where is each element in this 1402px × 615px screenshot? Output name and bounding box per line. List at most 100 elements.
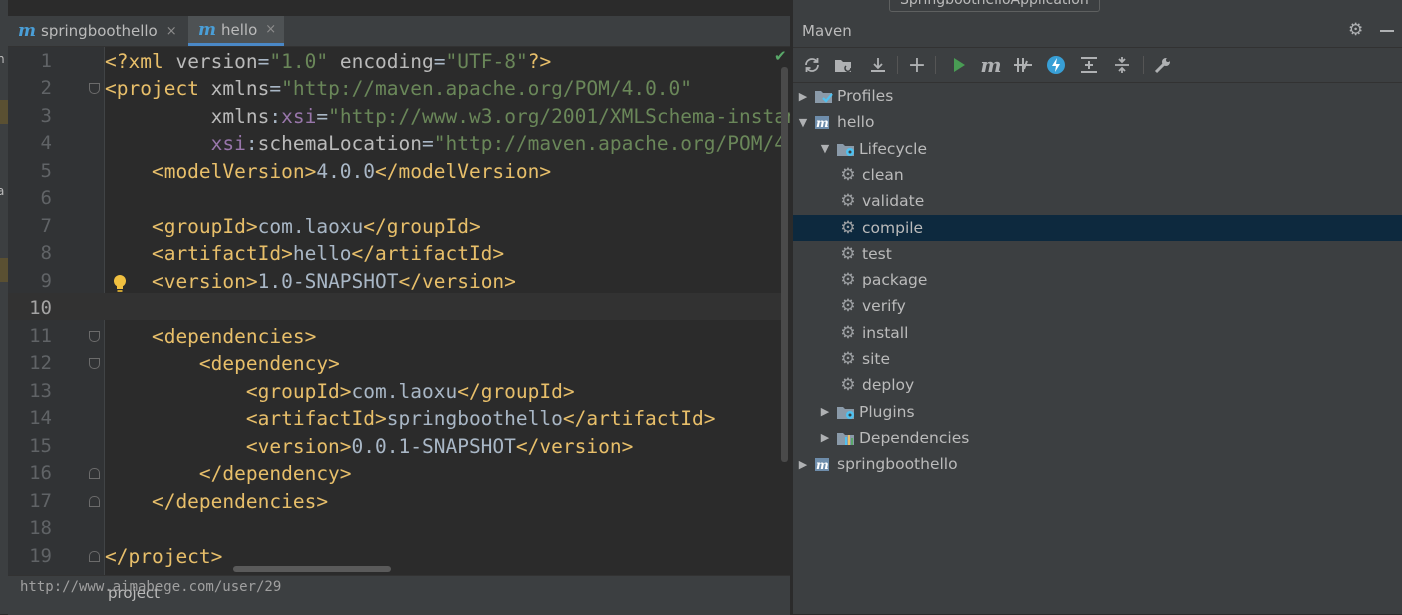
close-icon[interactable]: × (166, 24, 177, 39)
code-line[interactable]: <modelVersion>4.0.0</modelVersion> (105, 158, 551, 185)
collapsed-arrow-icon[interactable]: ▶ (818, 405, 832, 418)
code-token: </project> (105, 544, 223, 568)
code-token: <version> (105, 434, 352, 458)
tree-node-package[interactable]: ⚙ package (793, 267, 1402, 293)
settings-wrench-icon[interactable] (1152, 55, 1174, 75)
maven-module-icon: m (814, 455, 834, 473)
expanded-arrow-icon[interactable]: ▼ (818, 142, 832, 155)
checkmark-icon: ✔ (774, 47, 787, 65)
maven-module-icon: m (814, 113, 834, 131)
tree-node-label: Lifecycle (859, 139, 927, 158)
tree-node-profiles[interactable]: ▶ Profiles (793, 83, 1402, 109)
tree-node-clean[interactable]: ⚙ clean (793, 162, 1402, 188)
code-token: = (422, 132, 434, 155)
collapsed-arrow-icon[interactable]: ▶ (796, 458, 810, 471)
code-token: "UTF-8" (445, 49, 528, 73)
code-token: </groupId> (457, 379, 575, 403)
tree-node-compile[interactable]: ⚙ compile (793, 214, 1402, 241)
tree-node-label: springboothello (837, 455, 958, 474)
line-number: 4 (40, 132, 52, 154)
code-line[interactable]: <dependencies> (105, 323, 316, 350)
code-line[interactable]: xsi:schemaLocation="http://maven.apache.… (105, 130, 790, 157)
horizontal-scrollbar[interactable] (233, 566, 391, 572)
code-editor[interactable]: 1 <?xml version="1.0" encoding="UTF-8"?> 2… (8, 47, 790, 575)
skip-tests-icon[interactable] (1045, 55, 1067, 75)
code-line[interactable]: <dependency> (105, 350, 340, 377)
code-line[interactable]: <project xmlns="http://maven.apache.org/… (105, 75, 692, 102)
folder-gear-icon (836, 140, 856, 158)
code-line[interactable]: <?xml version="1.0" encoding="UTF-8"?> (105, 48, 551, 75)
fold-end-icon[interactable] (89, 495, 100, 507)
tree-node-lifecycle[interactable]: ▼ Lifecycle (793, 136, 1402, 162)
run-icon[interactable] (948, 55, 970, 75)
show-dependencies-icon[interactable] (1078, 55, 1100, 75)
code-line[interactable]: <version>0.0.1-SNAPSHOT</version> (105, 433, 633, 460)
code-token: "http://www.w3.org/2001/XMLSchema-instan… (328, 104, 790, 128)
code-line[interactable]: </dependencies> (105, 488, 328, 515)
execute-goal-icon[interactable]: m (980, 53, 1002, 77)
code-line[interactable]: <artifactId>hello</artifactId> (105, 240, 504, 267)
toggle-offline-icon[interactable] (1012, 55, 1034, 75)
run-config-selector[interactable]: SpringboothelloApplication (889, 0, 1100, 12)
collapsed-arrow-icon[interactable]: ▶ (796, 90, 810, 103)
code-token: <groupId> (105, 379, 352, 403)
code-line[interactable]: <artifactId>springboothello</artifactId> (105, 405, 716, 432)
line-number: 10 (29, 297, 52, 319)
expanded-arrow-icon[interactable]: ▼ (796, 116, 810, 129)
code-token: <modelVersion> (105, 159, 317, 183)
add-icon[interactable]: + (906, 53, 928, 78)
lightbulb-icon[interactable] (113, 274, 127, 294)
tree-node-test[interactable]: ⚙ test (793, 241, 1402, 267)
code-token: </version> (515, 434, 634, 458)
generate-sources-icon[interactable] (833, 55, 855, 75)
hide-icon[interactable] (1380, 30, 1394, 32)
code-line[interactable]: </dependency> (105, 460, 352, 487)
tree-node-hello[interactable]: ▼ m hello (793, 109, 1402, 135)
code-token: <dependencies> (105, 324, 317, 348)
close-icon[interactable]: × (265, 22, 276, 37)
tab-springboothello[interactable]: m springboothello × (8, 16, 186, 46)
code-line[interactable]: <groupId>com.laoxu</groupId> (105, 213, 481, 240)
collapse-all-icon[interactable] (1111, 55, 1133, 75)
watermark-text: http://www.aimabege.com/user/29 (20, 579, 282, 595)
code-line[interactable]: xmlns:xsi="http://www.w3.org/2001/XMLSch… (105, 103, 790, 130)
line-number: 8 (40, 242, 52, 264)
code-token: version (175, 49, 258, 73)
line-number: 2 (40, 77, 52, 99)
line-number: 18 (29, 517, 52, 539)
gear-icon[interactable]: ⚙ (1348, 20, 1363, 40)
tab-hello[interactable]: m hello × (188, 16, 284, 46)
fold-expanded-icon[interactable] (89, 330, 100, 342)
tree-node-label: deploy (862, 376, 915, 395)
code-token: </artifactId> (562, 407, 716, 430)
strip-fragment: h (0, 52, 5, 66)
fold-end-icon[interactable] (89, 550, 100, 562)
tree-node-validate[interactable]: ⚙ validate (793, 188, 1402, 214)
reload-icon[interactable] (801, 55, 823, 75)
vertical-scrollbar[interactable] (781, 67, 788, 462)
tree-node-verify[interactable]: ⚙ verify (793, 293, 1402, 319)
line-number: 6 (40, 187, 52, 209)
tree-node-springboothello[interactable]: ▶ m springboothello (793, 451, 1402, 477)
tree-node-install[interactable]: ⚙ install (793, 320, 1402, 346)
code-line[interactable]: <version>1.0-SNAPSHOT</version> (105, 268, 516, 295)
tree-node-deploy[interactable]: ⚙ deploy (793, 372, 1402, 398)
code-line[interactable]: <groupId>com.laoxu</groupId> (105, 378, 575, 405)
line-number: 13 (29, 379, 52, 402)
fold-expanded-icon[interactable] (89, 83, 100, 94)
collapsed-arrow-icon[interactable]: ▶ (818, 431, 832, 444)
tree-node-label: hello (837, 113, 875, 132)
fold-expanded-icon[interactable] (89, 358, 100, 369)
editor-tab-bar: m springboothello × m hello × (8, 16, 790, 47)
fold-end-icon[interactable] (89, 468, 100, 479)
tree-node-plugins[interactable]: ▶ Plugins (793, 399, 1402, 425)
maven-file-icon: m (18, 21, 36, 41)
code-token: xsi (105, 132, 246, 155)
gear-icon: ⚙ (840, 270, 856, 291)
tree-node-dependencies[interactable]: ▶ Dependencies (793, 425, 1402, 451)
download-icon[interactable] (867, 55, 889, 75)
code-token: : (269, 104, 282, 128)
tree-node-site[interactable]: ⚙ site (793, 346, 1402, 372)
code-line[interactable]: </project> (105, 543, 222, 570)
code-token: <?xml (105, 49, 176, 73)
